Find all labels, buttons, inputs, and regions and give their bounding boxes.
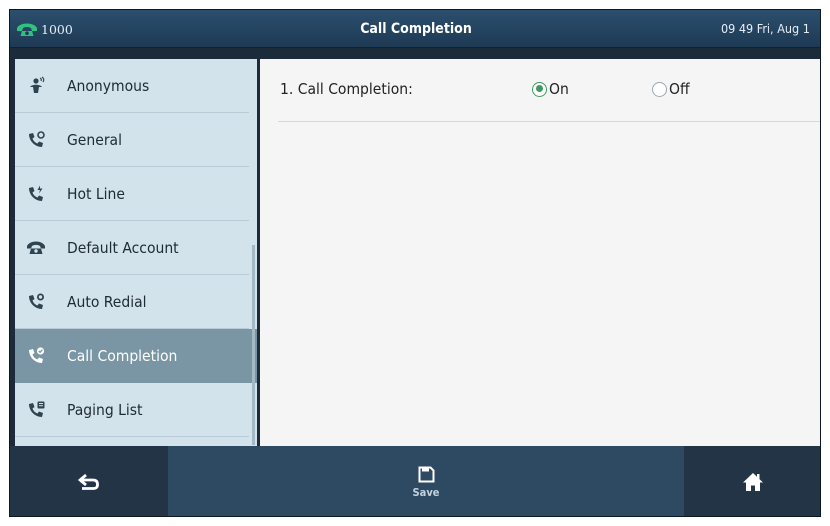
sidebar-item-call-completion[interactable]: Call Completion	[15, 329, 257, 383]
sidebar-item-general[interactable]: General	[15, 113, 257, 167]
clock: 09 49 Fri, Aug 1	[721, 21, 810, 36]
status-bar: 1000 Call Completion 09 49 Fri, Aug 1	[10, 10, 820, 48]
sidebar-item-label: Default Account	[67, 239, 179, 257]
sidebar-item-auto-redial[interactable]: Auto Redial	[15, 275, 257, 329]
sidebar-item-label: General	[67, 131, 122, 149]
radio-on-label: On	[549, 80, 569, 98]
radio-off-label: Off	[669, 80, 690, 98]
save-icon	[418, 466, 434, 482]
phone-screen: 1000 Call Completion 09 49 Fri, Aug 1 An…	[9, 9, 821, 517]
settings-panel: 1. Call Completion: On Off	[260, 59, 820, 446]
radio-off[interactable]: Off	[652, 59, 690, 119]
sidebar: Anonymous General Hot Line Default Accou…	[15, 59, 257, 446]
sidebar-scrollbar[interactable]	[252, 245, 255, 445]
sidebar-item-label: Anonymous	[67, 77, 150, 95]
radio-unselected-icon	[652, 81, 667, 97]
sidebar-item-label: Paging List	[67, 401, 143, 419]
sidebar-item-label: Call Completion	[67, 347, 178, 365]
divider	[15, 436, 249, 437]
auto-redial-icon	[29, 293, 44, 309]
home-icon	[743, 473, 763, 491]
save-button[interactable]: Save	[168, 446, 684, 516]
sidebar-item-hot-line[interactable]: Hot Line	[15, 167, 257, 221]
sidebar-item-default-account[interactable]: Default Account	[15, 221, 257, 275]
radio-selected-icon	[532, 81, 547, 97]
call-completion-icon	[29, 347, 45, 363]
radio-on[interactable]: On	[532, 59, 569, 119]
divider	[278, 121, 820, 122]
sidebar-item-label: Hot Line	[67, 185, 125, 203]
back-icon	[78, 473, 99, 490]
call-completion-label: 1. Call Completion:	[280, 80, 413, 98]
softkey-bar: Save	[10, 446, 820, 516]
back-button[interactable]	[10, 446, 168, 516]
desk-phone-icon	[27, 241, 45, 254]
page-title: Call Completion	[360, 21, 472, 37]
paging-list-icon	[29, 401, 45, 417]
phone-settings-icon	[29, 131, 45, 147]
anonymous-icon	[30, 76, 45, 93]
save-label: Save	[412, 485, 440, 499]
sidebar-item-paging-list[interactable]: Paging List	[15, 383, 257, 437]
hotline-icon	[29, 185, 43, 201]
home-button[interactable]	[684, 446, 820, 516]
sidebar-item-anonymous[interactable]: Anonymous	[15, 59, 257, 113]
sidebar-item-label: Auto Redial	[67, 293, 147, 311]
